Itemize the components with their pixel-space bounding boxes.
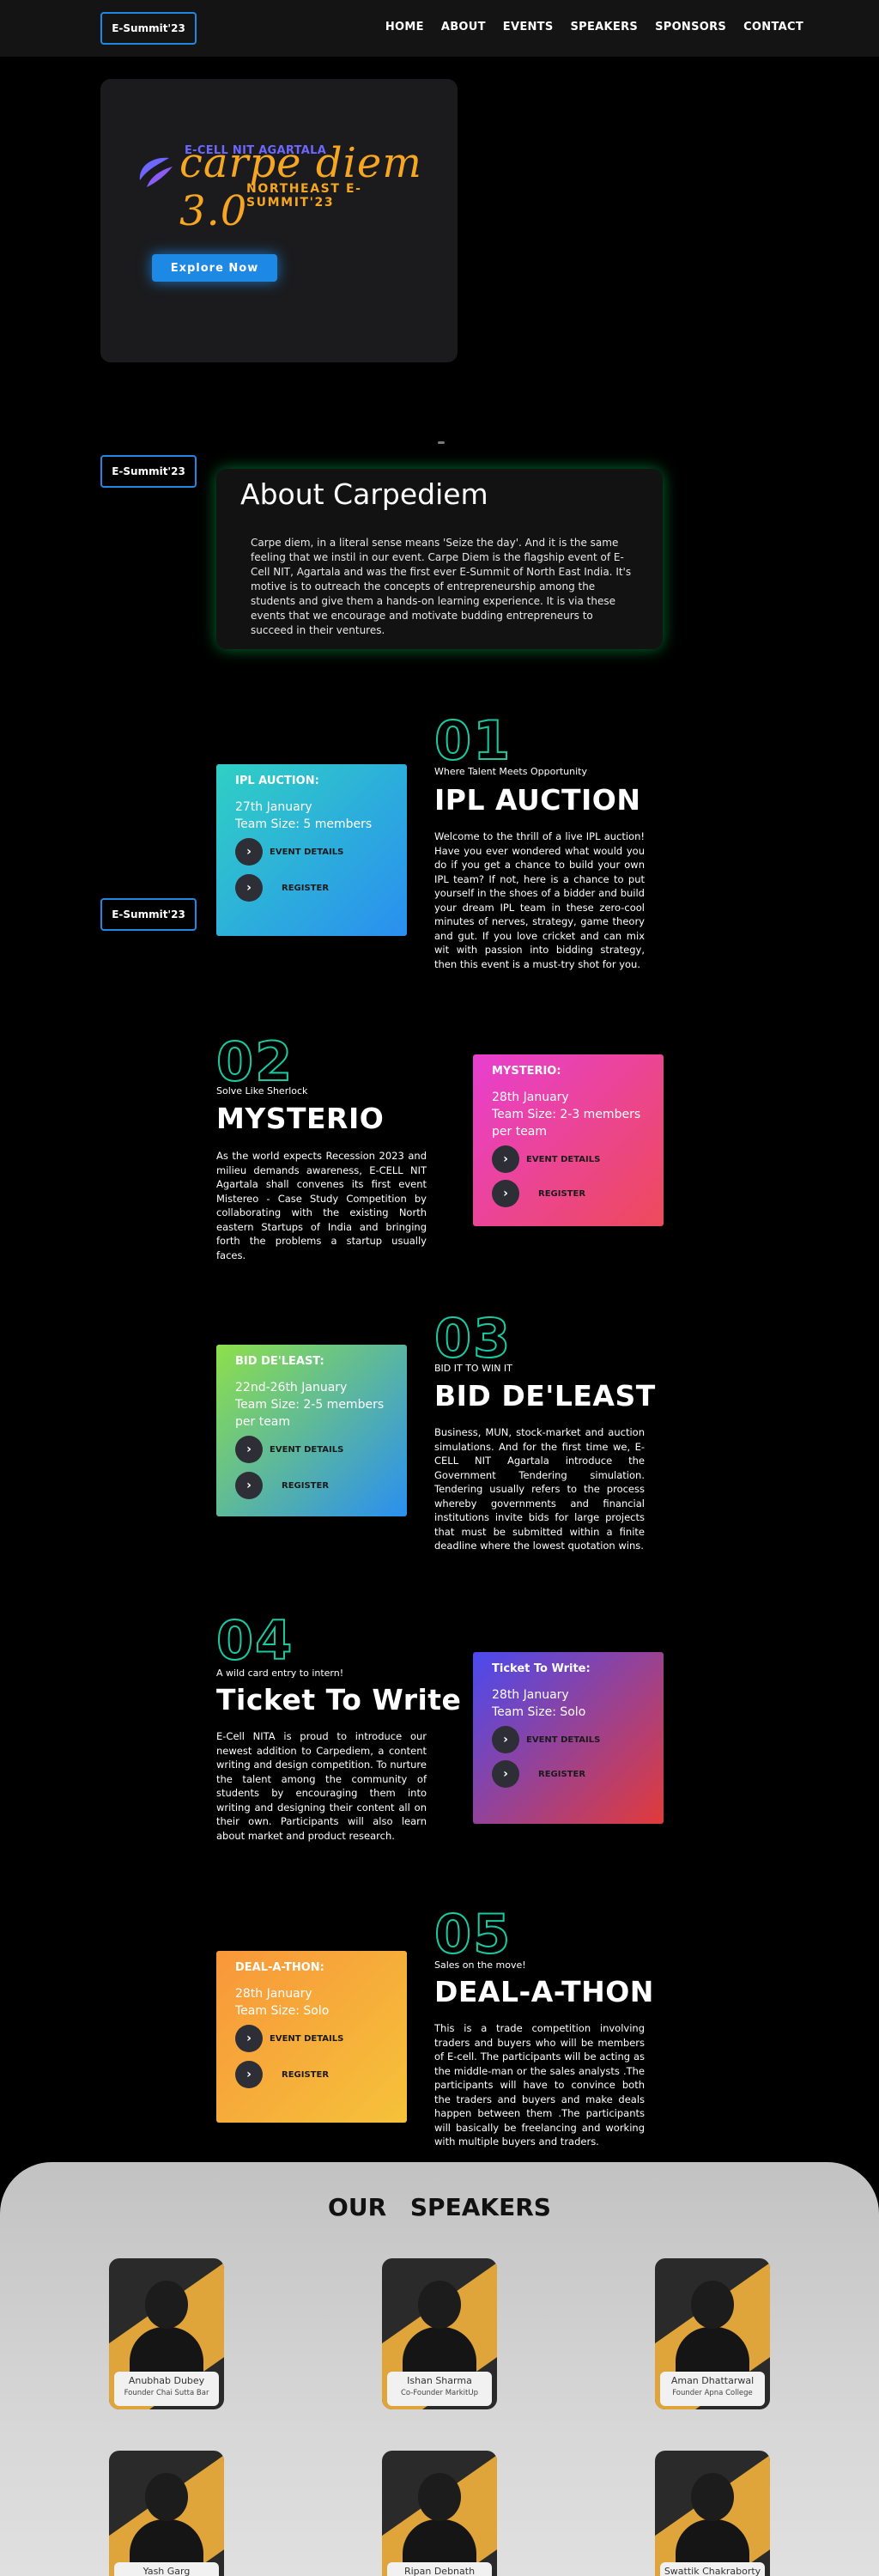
speaker-card[interactable]: Anubhab Dubey Founder Chai Sutta Bar [109, 2258, 224, 2409]
event-number: 03 [433, 1307, 512, 1370]
event-title: IPL AUCTION [434, 783, 641, 817]
event-card-ticket-to-write: Ticket To Write: 28th January Team Size: … [473, 1652, 664, 1824]
speaker-label: Aman Dhattarwal Founder Apna College [660, 2372, 765, 2406]
event-card-ipl-auction: IPL AUCTION: 27th January Team Size: 5 me… [216, 764, 407, 936]
event-subtitle: Sales on the move! [434, 1959, 526, 1971]
esummit-tag-1[interactable]: E-Summit'23 [100, 455, 197, 488]
rocket-logo-icon [139, 157, 173, 187]
speaker-photo-head [145, 2473, 188, 2521]
logo-sub-text: NORTHEAST E-SUMMIT'23 [246, 182, 362, 210]
carpediem-logo: carpe diem 3.0 E-CELL NIT AGARTALA NORTH… [135, 139, 427, 235]
logo-small-text: E-CELL NIT AGARTALA [185, 144, 327, 157]
card-details: 28th January Team Size: 2-3 members per t… [492, 1091, 641, 1139]
event-description: Business, MUN, stock-market and auction … [434, 1426, 645, 1552]
brand-button[interactable]: E-Summit'23 [100, 12, 197, 45]
event-details-link[interactable]: › EVENT DETAILS [235, 2025, 343, 2052]
event-title: DEAL-A-THON [434, 1975, 654, 2008]
register-link[interactable]: › REGISTER [235, 874, 329, 902]
event-details-link[interactable]: › EVENT DETAILS [492, 1145, 600, 1173]
divider-dot [438, 441, 445, 444]
chevron-right-icon: › [492, 1145, 519, 1173]
event-subtitle: BID IT TO WIN IT [434, 1363, 512, 1374]
nav-item-speakers[interactable]: SPEAKERS [571, 21, 639, 33]
event-number: 05 [433, 1903, 512, 1965]
card-title: BID DE'LEAST: [235, 1355, 324, 1368]
event-details-link[interactable]: › EVENT DETAILS [235, 1436, 343, 1463]
chevron-right-icon: › [492, 1180, 519, 1207]
event-description: This is a trade competition involving tr… [434, 2022, 645, 2148]
speaker-card[interactable]: Ishan Sharma Co-Founder MarkitUp [382, 2258, 497, 2409]
event-subtitle: Solve Like Sherlock [216, 1085, 308, 1097]
speaker-label: Ripan Debnath [387, 2562, 492, 2576]
chevron-right-icon: › [235, 874, 263, 902]
nav-menu: HOME ABOUT EVENTS SPEAKERS SPONSORS CONT… [385, 21, 803, 33]
card-details: 28th January Team Size: Solo [235, 1987, 330, 2018]
chevron-right-icon: › [235, 2061, 263, 2088]
speaker-photo-head [691, 2473, 734, 2521]
speaker-photo-head [691, 2281, 734, 2329]
event-subtitle: Where Talent Meets Opportunity [434, 766, 587, 777]
chevron-right-icon: › [492, 1760, 519, 1788]
card-title: DEAL-A-THON: [235, 1961, 324, 1974]
event-subtitle: A wild card entry to intern! [216, 1668, 344, 1679]
card-details: 27th January Team Size: 5 members [235, 800, 373, 831]
register-link[interactable]: › REGISTER [492, 1180, 585, 1207]
event-title: MYSTERIO [216, 1102, 385, 1135]
card-title: Ticket To Write: [492, 1662, 591, 1675]
speakers-title: OUR SPEAKERS [328, 2193, 551, 2221]
event-details-link[interactable]: › EVENT DETAILS [235, 838, 343, 866]
top-navbar: E-Summit'23 HOME ABOUT EVENTS SPEAKERS S… [0, 0, 879, 57]
chevron-right-icon: › [235, 838, 263, 866]
speaker-card[interactable]: Swattik Chakraborty [655, 2451, 770, 2576]
event-description: As the world expects Recession 2023 and … [216, 1150, 427, 1261]
about-text: Carpe diem, in a literal sense means 'Se… [251, 537, 632, 636]
speaker-photo-head [145, 2281, 188, 2329]
chevron-right-icon: › [235, 1472, 263, 1499]
card-title: MYSTERIO: [492, 1065, 561, 1078]
speaker-label: Swattik Chakraborty [660, 2562, 765, 2576]
page: E-Summit'23 HOME ABOUT EVENTS SPEAKERS S… [0, 0, 879, 2576]
nav-item-sponsors[interactable]: SPONSORS [655, 21, 726, 33]
esummit-tag-2[interactable]: E-Summit'23 [100, 898, 197, 931]
nav-item-events[interactable]: EVENTS [503, 21, 554, 33]
card-details: 28th January Team Size: Solo [492, 1688, 586, 1719]
event-title: BID DE'LEAST [434, 1379, 656, 1413]
speakers-section: OUR SPEAKERS Anubhab Dubey Founder Chai S… [0, 2162, 879, 2576]
event-title: Ticket To Write [216, 1683, 462, 1716]
hero-card: carpe diem 3.0 E-CELL NIT AGARTALA NORTH… [100, 79, 458, 362]
event-number: 02 [215, 1030, 294, 1093]
speaker-card[interactable]: Ripan Debnath [382, 2451, 497, 2576]
nav-item-contact[interactable]: CONTACT [743, 21, 803, 33]
event-description: Welcome to the thrill of a live IPL auct… [434, 830, 645, 970]
register-link[interactable]: › REGISTER [235, 1472, 329, 1499]
speaker-label: Yash Garg [114, 2562, 219, 2576]
speaker-card[interactable]: Aman Dhattarwal Founder Apna College [655, 2258, 770, 2409]
event-number: 01 [433, 709, 512, 772]
speaker-photo-head [418, 2473, 461, 2521]
about-card: About Carpediem Carpe diem, in a literal… [216, 469, 663, 649]
event-card-deal-a-thon: DEAL-A-THON: 28th January Team Size: Solo… [216, 1951, 407, 2123]
nav-item-home[interactable]: HOME [385, 21, 424, 33]
register-link[interactable]: › REGISTER [492, 1760, 585, 1788]
speaker-label: Ishan Sharma Co-Founder MarkitUp [387, 2372, 492, 2406]
event-number: 04 [215, 1609, 294, 1672]
event-description: E-Cell NITA is proud to introduce our ne… [216, 1730, 427, 1842]
explore-now-button[interactable]: Explore Now [152, 254, 277, 282]
event-card-mysterio: MYSTERIO: 28th January Team Size: 2-3 mem… [473, 1054, 664, 1226]
chevron-right-icon: › [492, 1726, 519, 1753]
card-title: IPL AUCTION: [235, 775, 319, 787]
card-details: 22nd-26th January Team Size: 2-5 members … [235, 1381, 385, 1429]
speaker-card[interactable]: Yash Garg [109, 2451, 224, 2576]
speaker-photo-head [418, 2281, 461, 2329]
chevron-right-icon: › [235, 2025, 263, 2052]
speaker-label: Anubhab Dubey Founder Chai Sutta Bar [114, 2372, 219, 2406]
chevron-right-icon: › [235, 1436, 263, 1463]
event-card-bid-deleast: BID DE'LEAST: 22nd-26th January Team Size… [216, 1345, 407, 1516]
event-details-link[interactable]: › EVENT DETAILS [492, 1726, 600, 1753]
register-link[interactable]: › REGISTER [235, 2061, 329, 2088]
about-title: About Carpediem [240, 477, 488, 511]
nav-item-about[interactable]: ABOUT [441, 21, 486, 33]
